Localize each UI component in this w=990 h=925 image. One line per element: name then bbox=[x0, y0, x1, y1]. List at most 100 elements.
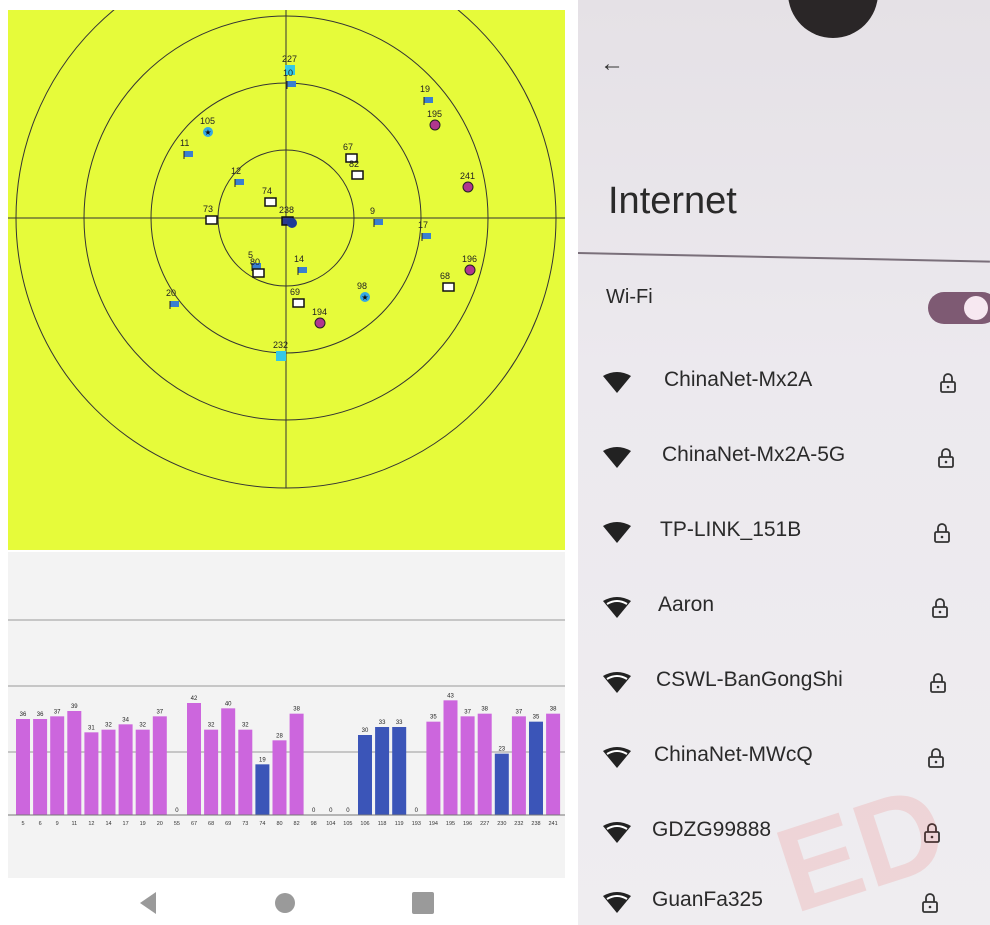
satellite-id-label: 196 bbox=[462, 254, 477, 264]
gps-status-screen: 227 10 19 195 ★ 105 11 67 82 241 12 74 73 9 17 5 80 14 196… bbox=[0, 0, 570, 925]
satellite-id-label: 20 bbox=[166, 288, 176, 298]
bar-prn-label: 82 bbox=[294, 821, 300, 827]
toggle-knob bbox=[964, 296, 988, 320]
page-title: Internet bbox=[608, 180, 737, 222]
bar-prn-label: 232 bbox=[514, 821, 523, 827]
wifi-signal-icon bbox=[603, 672, 631, 693]
wifi-signal-icon bbox=[603, 447, 631, 468]
bar-value-label: 0 bbox=[415, 808, 419, 814]
signal-bar-69 bbox=[221, 708, 236, 815]
satellite-id-label: 19 bbox=[420, 84, 430, 94]
satellite-id-label: 17 bbox=[418, 220, 428, 230]
signal-bar-chart: 36 5 36 6 37 9 39 11 31 12 32 14 34 17 32 19 37 20 0 55 42 67… bbox=[8, 619, 565, 827]
bar-value-label: 40 bbox=[225, 701, 232, 707]
satellite-id-label: 14 bbox=[294, 254, 304, 264]
bar-value-label: 37 bbox=[516, 709, 523, 715]
bar-prn-label: 238 bbox=[531, 821, 540, 827]
network-row[interactable]: CSWL-BanGongShi bbox=[578, 666, 990, 710]
bar-prn-label: 12 bbox=[88, 821, 94, 827]
bar-prn-label: 106 bbox=[360, 821, 369, 827]
signal-bar-80 bbox=[272, 740, 287, 815]
bar-value-label: 32 bbox=[139, 723, 146, 729]
satellite-id-label: 232 bbox=[273, 340, 288, 350]
lock-icon bbox=[928, 748, 944, 768]
bar-value-label: 0 bbox=[175, 808, 179, 814]
bar-prn-label: 105 bbox=[343, 821, 352, 827]
satellite-74: 74 bbox=[262, 186, 277, 207]
signal-bar-68 bbox=[204, 729, 219, 815]
recents-nav-icon[interactable] bbox=[410, 890, 436, 916]
signal-bar-5 bbox=[16, 719, 30, 815]
camera-notch bbox=[788, 0, 878, 38]
bar-value-label: 19 bbox=[259, 757, 266, 763]
bar-prn-label: 241 bbox=[549, 821, 558, 827]
back-arrow-icon[interactable]: ← bbox=[600, 50, 630, 80]
bar-value-label: 37 bbox=[54, 709, 61, 715]
network-name: ChinaNet-Mx2A bbox=[664, 368, 813, 391]
bar-value-label: 32 bbox=[105, 723, 112, 729]
signal-bar-227 bbox=[477, 713, 492, 815]
signal-bar-106 bbox=[358, 735, 372, 815]
satellite-id-label: 105 bbox=[200, 116, 215, 126]
network-row[interactable]: TP-LINK_151B bbox=[578, 516, 990, 560]
signal-bar-17 bbox=[118, 724, 133, 815]
signal-bar-241 bbox=[546, 713, 561, 815]
network-name: ChinaNet-Mx2A-5G bbox=[662, 443, 846, 466]
network-row[interactable]: ChinaNet-Mx2A-5G bbox=[578, 441, 990, 485]
bar-prn-label: 74 bbox=[259, 821, 265, 827]
bar-value-label: 30 bbox=[362, 728, 369, 734]
bar-prn-label: 196 bbox=[463, 821, 472, 827]
bar-prn-label: 11 bbox=[71, 821, 77, 827]
wifi-signal-icon bbox=[603, 597, 631, 618]
signal-bar-73 bbox=[238, 729, 253, 815]
satellite-105: ★ 105 bbox=[200, 116, 215, 137]
bar-prn-label: 193 bbox=[412, 821, 421, 827]
satellite-194: 194 bbox=[312, 307, 327, 329]
bar-prn-label: 227 bbox=[480, 821, 489, 827]
satellite-sky-view: 227 10 19 195 ★ 105 11 67 82 241 12 74 73 9 17 5 80 14 196… bbox=[8, 10, 565, 550]
network-name: GDZG99888 bbox=[652, 818, 772, 841]
bar-value-label: 36 bbox=[37, 712, 44, 718]
title-divider bbox=[578, 252, 990, 263]
bar-prn-label: 55 bbox=[174, 821, 180, 827]
satellite-82: 82 bbox=[349, 159, 364, 180]
satellite-9: 9 bbox=[370, 206, 383, 227]
satellite-id-label: 12 bbox=[231, 166, 241, 176]
bar-prn-label: 20 bbox=[157, 821, 163, 827]
satellite-id-label: 227 bbox=[282, 54, 297, 64]
satellite-id-label: 73 bbox=[203, 204, 213, 214]
lock-icon bbox=[938, 448, 954, 468]
bar-prn-label: 19 bbox=[140, 821, 146, 827]
bar-prn-label: 68 bbox=[208, 821, 214, 827]
bar-prn-label: 194 bbox=[429, 821, 438, 827]
satellite-12: 12 bbox=[231, 166, 244, 187]
lock-icon bbox=[930, 673, 946, 693]
bar-prn-label: 17 bbox=[123, 821, 129, 827]
satellite-id-label: 98 bbox=[357, 281, 367, 291]
lock-icon bbox=[934, 523, 950, 543]
bar-value-label: 38 bbox=[481, 707, 488, 713]
network-row[interactable]: ChinaNet-Mx2A bbox=[578, 366, 990, 410]
bar-value-label: 0 bbox=[312, 808, 316, 814]
home-nav-icon[interactable] bbox=[272, 890, 298, 916]
wifi-signal-icon bbox=[603, 747, 631, 768]
signal-strength-panel: 36 5 36 6 37 9 39 11 31 12 32 14 34 17 32 19 37 20 0 55 42 67… bbox=[8, 552, 565, 878]
satellite-id-label: 68 bbox=[440, 271, 450, 281]
network-row[interactable]: ChinaNet-MWcQ bbox=[578, 741, 990, 785]
bar-value-label: 39 bbox=[71, 704, 78, 710]
bar-value-label: 38 bbox=[550, 707, 557, 713]
bar-value-label: 33 bbox=[396, 720, 403, 726]
bar-value-label: 0 bbox=[346, 808, 350, 814]
back-nav-icon[interactable] bbox=[136, 890, 162, 916]
network-name: CSWL-BanGongShi bbox=[656, 668, 843, 691]
wifi-signal-icon bbox=[603, 892, 631, 913]
network-name: ChinaNet-MWcQ bbox=[654, 743, 813, 766]
wifi-signal-icon bbox=[603, 372, 631, 393]
bar-prn-label: 195 bbox=[446, 821, 455, 827]
svg-text:★: ★ bbox=[204, 128, 211, 137]
bar-value-label: 37 bbox=[464, 709, 471, 715]
network-row[interactable]: Aaron bbox=[578, 591, 990, 635]
wifi-toggle[interactable] bbox=[928, 292, 990, 324]
satellite-id-label: 10 bbox=[283, 68, 293, 78]
satellite-68: 68 bbox=[440, 271, 455, 292]
